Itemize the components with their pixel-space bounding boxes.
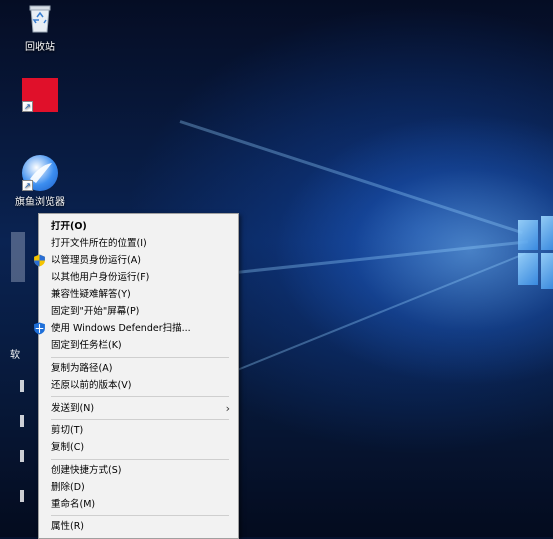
light-beam <box>209 252 526 382</box>
shortcut-arrow-icon: ↗ <box>22 180 33 191</box>
partial-icon <box>20 490 24 502</box>
menu-item-properties[interactable]: 属性(R) <box>39 518 238 535</box>
menu-item-copy[interactable]: 复制(C) <box>39 439 238 456</box>
shortcut-arrow-icon: ↗ <box>22 101 33 112</box>
logo-pane <box>518 253 538 285</box>
menu-item-label: 复制为路径(A) <box>51 363 113 374</box>
menu-item-delete[interactable]: 删除(D) <box>39 479 238 496</box>
menu-item-label: 剪切(T) <box>51 425 84 436</box>
menu-item-label: 属性(R) <box>51 521 85 532</box>
uac-shield-icon <box>34 254 45 267</box>
menu-item-label: 打开文件所在的位置(I) <box>51 238 147 249</box>
desktop-icon-recycle-bin[interactable]: 回收站 <box>10 3 70 53</box>
menu-item-open[interactable]: 打开(O) <box>39 218 238 235</box>
menu-item-label: 兼容性疑难解答(Y) <box>51 289 131 300</box>
menu-item-label: 重命名(M) <box>51 499 96 510</box>
menu-item-create-shortcut[interactable]: 创建快捷方式(S) <box>39 462 238 479</box>
menu-item-label: 固定到任务栏(K) <box>51 340 122 351</box>
partial-icon <box>20 415 24 427</box>
menu-item-run-as-other[interactable]: 以其他用户身份运行(F) <box>39 269 238 286</box>
menu-separator <box>51 396 229 397</box>
red-app-icon: ↗ <box>22 78 58 112</box>
partial-icon <box>20 450 24 462</box>
menu-separator <box>51 419 229 420</box>
menu-item-label: 还原以前的版本(V) <box>51 380 132 391</box>
desktop-icon-red-app[interactable]: ↗ <box>10 78 70 112</box>
defender-shield-icon <box>34 322 45 335</box>
sailfish-browser-icon: ↗ <box>22 155 58 191</box>
menu-item-label: 固定到"开始"屏幕(P) <box>51 306 140 317</box>
partial-icon <box>20 380 24 392</box>
menu-item-label: 使用 Windows Defender扫描... <box>51 323 191 334</box>
icon-label: 旗鱼浏览器 <box>15 197 65 208</box>
logo-pane <box>518 220 538 250</box>
logo-pane <box>541 253 553 289</box>
menu-item-label: 删除(D) <box>51 482 85 493</box>
menu-separator <box>51 459 229 460</box>
recycle-bin-icon <box>29 5 51 33</box>
icon-label: 回收站 <box>25 42 55 53</box>
menu-item-send-to[interactable]: 发送到(N) › <box>39 400 238 417</box>
chevron-right-icon: › <box>225 402 230 415</box>
menu-item-restore-versions[interactable]: 还原以前的版本(V) <box>39 377 238 394</box>
menu-item-open-location[interactable]: 打开文件所在的位置(I) <box>39 235 238 252</box>
menu-item-rename[interactable]: 重命名(M) <box>39 496 238 513</box>
menu-item-label: 创建快捷方式(S) <box>51 465 122 476</box>
menu-item-copy-path[interactable]: 复制为路径(A) <box>39 360 238 377</box>
partial-icon-label: 软 <box>10 350 20 361</box>
menu-item-label: 打开(O) <box>51 221 87 232</box>
context-menu: 打开(O) 打开文件所在的位置(I) 以管理员身份运行(A) 以其他用户身份运行… <box>34 213 239 539</box>
menu-item-defender-scan[interactable]: 使用 Windows Defender扫描... <box>34 320 238 337</box>
menu-item-label: 以其他用户身份运行(F) <box>51 272 150 283</box>
menu-item-compat[interactable]: 兼容性疑难解答(Y) <box>39 286 238 303</box>
menu-separator <box>51 357 229 358</box>
menu-item-cut[interactable]: 剪切(T) <box>39 422 238 439</box>
logo-pane <box>541 216 553 250</box>
menu-item-pin-taskbar[interactable]: 固定到任务栏(K) <box>39 337 238 354</box>
selected-icon-highlight <box>11 232 25 282</box>
menu-item-pin-start[interactable]: 固定到"开始"屏幕(P) <box>39 303 238 320</box>
desktop-icon-browser[interactable]: ↗ 旗鱼浏览器 <box>10 155 70 208</box>
menu-item-run-as-admin[interactable]: 以管理员身份运行(A) <box>34 252 238 269</box>
menu-item-label: 复制(C) <box>51 442 85 453</box>
menu-item-label: 以管理员身份运行(A) <box>51 255 141 266</box>
menu-item-label: 发送到(N) <box>51 403 95 414</box>
menu-separator <box>51 515 229 516</box>
